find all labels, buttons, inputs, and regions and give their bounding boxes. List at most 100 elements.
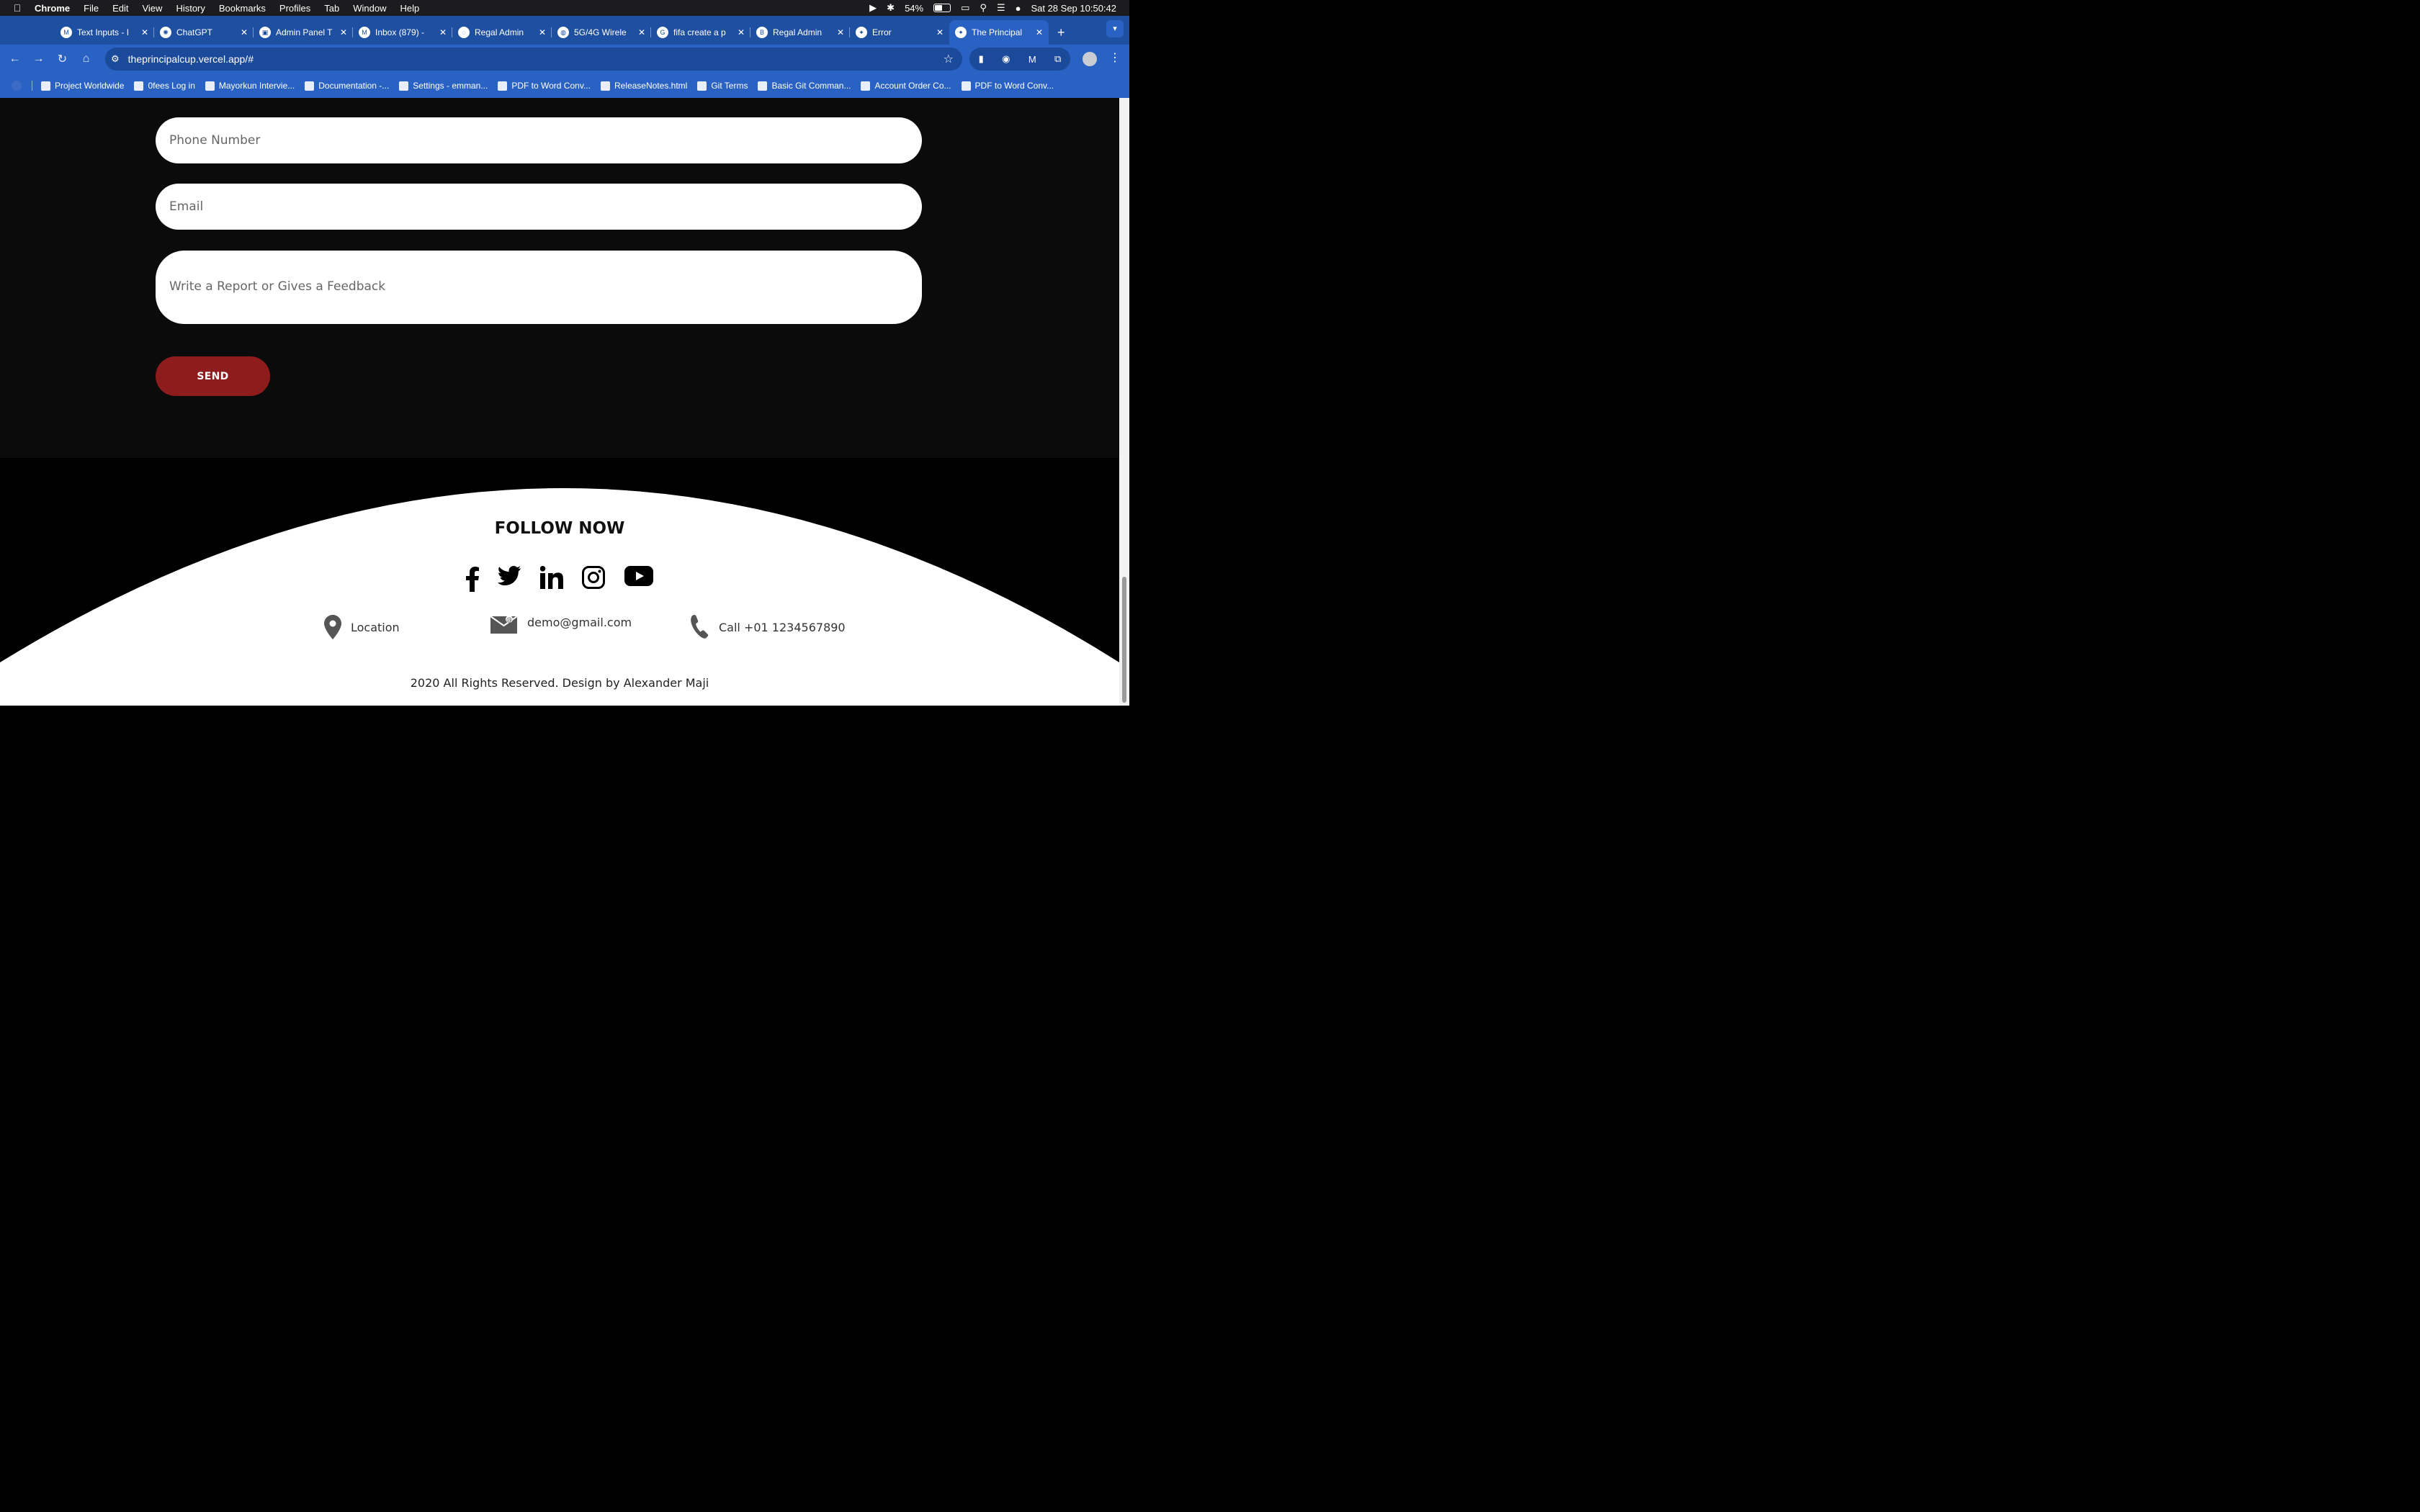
tab-label: ChatGPT	[176, 27, 213, 37]
browser-tab[interactable]: Gfifa create a p ✕	[651, 20, 750, 45]
browser-tab-active[interactable]: ✦ The Principal ✕	[949, 20, 1049, 45]
bookmark-item[interactable]: Git Terms	[697, 81, 748, 91]
web-page: Phone Number Email Write a Report or Giv…	[0, 98, 1119, 706]
tab-strip: M Text Inputs - I ✕ ✺ ChatGPT ✕ ▣ Admin Panel…	[0, 16, 1129, 45]
phone-number-input[interactable]: Phone Number	[156, 117, 922, 163]
menu-clock[interactable]: Sat 28 Sep 10:50:42	[1031, 3, 1116, 14]
play-icon[interactable]: ▶	[869, 2, 877, 14]
page-scrollbar[interactable]	[1119, 98, 1129, 706]
bookmark-star-icon[interactable]: ☆	[944, 52, 954, 66]
tab-close-icon[interactable]: ✕	[936, 27, 944, 37]
tab-close-icon[interactable]: ✕	[539, 27, 546, 37]
home-icon[interactable]: ⌂	[74, 53, 98, 66]
feedback-textarea[interactable]: Write a Report or Gives a Feedback	[156, 251, 922, 324]
bookmark-item[interactable]: Project Worldwide	[41, 81, 124, 91]
browser-tab[interactable]: ◍ 5G/4G Wirele ✕	[552, 20, 651, 45]
tab-favicon-icon: ✺	[160, 27, 171, 38]
bookmark-favicon-icon	[305, 81, 315, 91]
apple-menu-icon[interactable]: 	[0, 2, 35, 14]
chrome-menu-icon[interactable]: ⋮	[1109, 50, 1121, 65]
tab-close-icon[interactable]: ✕	[638, 27, 645, 37]
twitter-icon[interactable]	[498, 566, 521, 586]
youtube-icon[interactable]	[624, 566, 653, 586]
facebook-icon[interactable]	[465, 566, 480, 592]
menu-file[interactable]: File	[84, 3, 99, 14]
bookmark-item[interactable]: ReleaseNotes.html	[600, 81, 687, 91]
bookmark-item[interactable]: Mayorkun Intervie...	[205, 81, 295, 91]
bookmark-item[interactable]: 0fees Log in	[134, 81, 195, 91]
menu-bar-status: ▶ ✱ 54% ▭ ⚲ ☰ ● Sat 28 Sep 10:50:42	[869, 0, 1116, 16]
tab-close-icon[interactable]: ✕	[1036, 27, 1043, 37]
forward-arrow-icon[interactable]: →	[27, 53, 50, 66]
tab-close-icon[interactable]: ✕	[241, 27, 248, 37]
bookmark-item[interactable]: Account Order Co...	[861, 81, 951, 91]
address-url[interactable]: theprincipalcup.vercel.app/#	[128, 53, 254, 65]
tab-search-chevron-icon[interactable]: ▾	[1106, 20, 1124, 37]
bookmark-favicon-icon	[41, 81, 50, 91]
menu-view[interactable]: View	[142, 3, 162, 14]
menu-window[interactable]: Window	[353, 3, 386, 14]
menu-profiles[interactable]: Profiles	[279, 3, 310, 14]
extensions-puzzle-icon[interactable]: ⧉	[1054, 53, 1061, 65]
bookmark-favicon-icon	[758, 81, 768, 91]
bookmark-item[interactable]: PDF to Word Conv...	[961, 81, 1054, 91]
tab-label: The Principal	[972, 27, 1023, 37]
tab-close-icon[interactable]: ✕	[439, 27, 447, 37]
tab-label: Regal Admin	[773, 27, 823, 37]
profile-avatar[interactable]	[1083, 52, 1097, 66]
tab-close-icon[interactable]: ✕	[340, 27, 347, 37]
spotlight-search-icon[interactable]: ⚲	[980, 2, 987, 14]
bookmark-item[interactable]: PDF to Word Conv...	[498, 81, 591, 91]
browser-tab[interactable]: ✦ Error ✕	[850, 20, 949, 45]
menu-app-name[interactable]: Chrome	[35, 3, 70, 14]
email-input[interactable]: Email	[156, 184, 922, 230]
menu-help[interactable]: Help	[400, 3, 420, 14]
tab-label: 5G/4G Wirele	[574, 27, 627, 37]
tab-close-icon[interactable]: ✕	[141, 27, 148, 37]
new-tab-button[interactable]: +	[1057, 25, 1065, 40]
battery-icon[interactable]	[933, 4, 951, 12]
menu-bookmarks[interactable]: Bookmarks	[219, 3, 266, 14]
browser-tab[interactable]: ▣ Admin Panel T ✕	[254, 20, 353, 45]
tab-close-icon[interactable]: ✕	[837, 27, 844, 37]
back-arrow-icon[interactable]: ←	[3, 53, 27, 66]
tab-label: Error	[872, 27, 892, 37]
contact-email: @ demo@gmail.com	[490, 613, 632, 634]
bluetooth-icon[interactable]: ✱	[887, 2, 895, 14]
tab-close-icon[interactable]: ✕	[738, 27, 745, 37]
siri-icon[interactable]: ●	[1016, 3, 1021, 14]
menu-history[interactable]: History	[176, 3, 205, 14]
instagram-icon[interactable]	[582, 566, 605, 589]
site-info-icon[interactable]: ⚙	[111, 53, 120, 65]
send-button[interactable]: SEND	[156, 356, 270, 396]
linkedin-icon[interactable]	[540, 566, 563, 589]
browser-tab[interactable]: B Regal Admin ✕	[750, 20, 850, 45]
tab-favicon-icon: ▣	[259, 27, 271, 38]
control-center-icon[interactable]: ☰	[997, 2, 1005, 14]
browser-tab[interactable]: M Text Inputs - I ✕	[55, 20, 154, 45]
screen-mirroring-icon[interactable]: ▭	[961, 2, 969, 14]
phone-text[interactable]: Call +01 1234567890	[719, 621, 846, 634]
bookmark-item[interactable]: Documentation -...	[305, 81, 389, 91]
tab-favicon-icon: M	[60, 27, 72, 38]
address-bar[interactable]: ⚙ theprincipalcup.vercel.app/# ☆	[105, 48, 962, 71]
menu-edit[interactable]: Edit	[112, 3, 128, 14]
browser-tab[interactable]: ◌ Regal Admin ✕	[452, 20, 552, 45]
tab-favicon-icon: ◍	[557, 27, 569, 38]
bookmark-item[interactable]: Settings - emman...	[399, 81, 488, 91]
browser-tab[interactable]: M Inbox (879) - ✕	[353, 20, 452, 45]
email-text[interactable]: demo@gmail.com	[527, 616, 632, 629]
scrollbar-thumb[interactable]	[1122, 577, 1126, 703]
bookmarks-bar: Project Worldwide 0fees Log in Mayorkun …	[0, 73, 1129, 98]
tab-favicon-icon: G	[657, 27, 668, 38]
bookmark-item[interactable]: Basic Git Comman...	[758, 81, 851, 91]
reload-icon[interactable]: ↻	[50, 52, 74, 66]
contact-location: Location	[324, 615, 400, 639]
browser-tab[interactable]: ✺ ChatGPT ✕	[154, 20, 254, 45]
extension-red-icon[interactable]: M	[1028, 54, 1036, 65]
extension-green-icon[interactable]: ◉	[1002, 53, 1010, 65]
apps-icon[interactable]	[12, 81, 22, 91]
bookmark-favicon-icon	[134, 81, 144, 91]
menu-tab[interactable]: Tab	[324, 3, 339, 14]
reading-list-icon[interactable]: ▮	[979, 53, 984, 65]
